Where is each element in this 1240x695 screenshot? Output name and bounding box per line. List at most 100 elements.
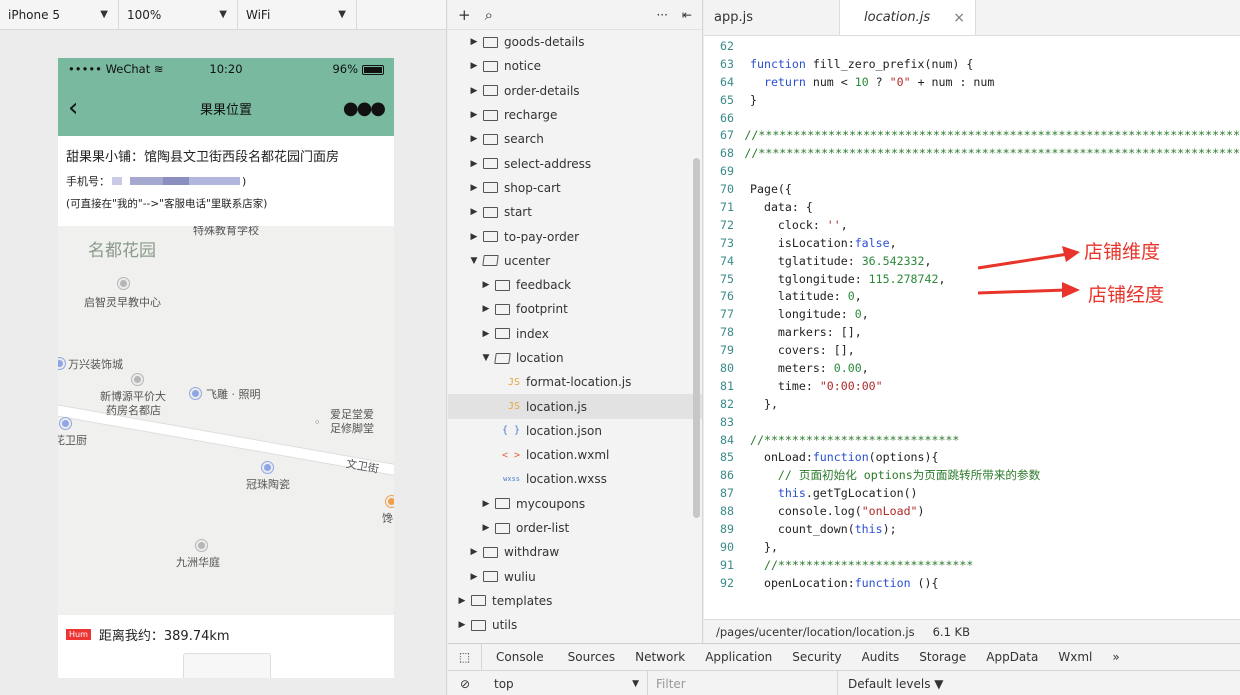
- zoom-select[interactable]: 100% ▼: [119, 0, 238, 30]
- file-tree-scrollbar[interactable]: [693, 158, 700, 518]
- line-number: 70: [720, 182, 734, 197]
- code-line: 68 //************************************…: [704, 144, 1240, 162]
- tree-item[interactable]: ▶ footprint: [448, 297, 702, 321]
- phone-nav-bar: ‹ 果果位置 ●●●: [58, 80, 394, 136]
- tree-item[interactable]: JS location.js: [448, 394, 702, 419]
- tree-item-label: location.json: [526, 423, 602, 438]
- network-select[interactable]: WiFi ▼: [238, 0, 357, 30]
- devtools-tab[interactable]: Audits: [852, 650, 910, 664]
- code-text: openLocation:function (){: [750, 575, 939, 590]
- more-menu-icon[interactable]: ●●●: [343, 98, 386, 119]
- simulator-toolbar: iPhone 5 ▼ 100% ▼ WiFi ▼: [0, 0, 446, 30]
- devtools-tab[interactable]: Wxml: [1048, 650, 1102, 664]
- code-text: console.log("onLoad"): [750, 504, 925, 519]
- devtools-tab[interactable]: Network: [625, 650, 695, 664]
- devtools-tab[interactable]: Console: [482, 650, 558, 664]
- tree-item[interactable]: ▶ mycoupons: [448, 492, 702, 516]
- devtools-tab[interactable]: Storage: [909, 650, 976, 664]
- tree-item[interactable]: { } location.json: [448, 419, 702, 443]
- devtools-tab[interactable]: Application: [695, 650, 782, 664]
- folder-icon: [483, 85, 498, 97]
- filter-input[interactable]: Filter: [648, 671, 838, 695]
- file-path: /pages/ucenter/location/location.js: [716, 624, 915, 639]
- file-size: 6.1 KB: [932, 624, 970, 639]
- tree-item[interactable]: ▶ index: [448, 322, 702, 346]
- clear-console-icon[interactable]: ⊘: [448, 677, 482, 691]
- tree-item[interactable]: ▼ ucenter: [448, 249, 702, 273]
- tree-item[interactable]: ▶ goods-details: [448, 30, 702, 54]
- tree-item[interactable]: JS format-location.js: [448, 370, 702, 394]
- poi-icon: [190, 386, 201, 399]
- line-number: 89: [720, 521, 734, 536]
- code-area[interactable]: 62 63 function fill_zero_prefix(num) {64 r…: [704, 37, 1240, 619]
- close-icon[interactable]: ×: [953, 10, 965, 26]
- devtools-tab[interactable]: Sources: [558, 650, 625, 664]
- code-text: //**************************************…: [744, 128, 1240, 143]
- poi-icon: [196, 538, 207, 551]
- tree-item[interactable]: ▶ start: [448, 200, 702, 224]
- caret-right-icon: ▶: [470, 61, 478, 72]
- levels-select[interactable]: Default levels ▼: [838, 677, 944, 691]
- line-number: 82: [720, 396, 734, 411]
- tree-item[interactable]: ▶ notice: [448, 54, 702, 78]
- tree-item[interactable]: ▶ wuliu: [448, 565, 702, 589]
- code-line: 78 markers: [],: [704, 323, 1240, 341]
- device-select[interactable]: iPhone 5 ▼: [0, 0, 119, 30]
- devtools-tab[interactable]: Security: [782, 650, 851, 664]
- map-label: 花卫厨: [58, 434, 87, 447]
- context-select[interactable]: top ▼: [482, 671, 648, 695]
- line-number: 85: [720, 450, 734, 465]
- code-text: markers: [],: [750, 325, 862, 340]
- line-number: 88: [720, 504, 734, 519]
- tree-item-label: utils: [492, 618, 518, 633]
- tree-item[interactable]: ▶ to-pay-order: [448, 224, 702, 248]
- tree-item[interactable]: ▶ order-details: [448, 79, 702, 103]
- line-number: 79: [720, 343, 734, 358]
- tab-app-js[interactable]: app.js: [704, 0, 840, 35]
- code-line: 66: [704, 109, 1240, 127]
- add-file-icon[interactable]: +: [458, 6, 471, 24]
- line-number: 76: [720, 289, 734, 304]
- devtools-tab[interactable]: »: [1102, 650, 1129, 664]
- code-line: 72 clock: '',: [704, 216, 1240, 234]
- devtools-tab[interactable]: AppData: [976, 650, 1048, 664]
- back-icon[interactable]: ‹: [68, 95, 88, 121]
- tree-item[interactable]: < > location.wxml: [448, 443, 702, 467]
- tree-item[interactable]: ▶ shop-cart: [448, 176, 702, 200]
- tree-item[interactable]: ▶ templates: [448, 589, 702, 613]
- collapse-icon[interactable]: ⇤: [682, 8, 692, 22]
- tree-item[interactable]: ▶ utils: [448, 613, 702, 637]
- caret-right-icon: ▶: [470, 85, 478, 96]
- search-icon[interactable]: ⌕: [485, 6, 493, 24]
- more-icon[interactable]: ···: [656, 8, 667, 22]
- inspect-icon[interactable]: ⬚: [448, 643, 482, 671]
- map-label: 馋: [382, 512, 393, 525]
- tab-location-js[interactable]: location.js ×: [840, 0, 976, 35]
- tree-item-label: ucenter: [504, 253, 551, 268]
- code-line: 62: [704, 37, 1240, 55]
- tree-item[interactable]: ▶ search: [448, 127, 702, 151]
- map-view[interactable]: 特殊教育学校 名都花园 启智灵早教中心 万兴装饰城 新博源平价大 药房名都店 飞…: [58, 226, 394, 626]
- line-number: 90: [720, 539, 734, 554]
- tree-item-label: location.wxss: [526, 472, 607, 487]
- tree-item-label: recharge: [504, 108, 558, 123]
- tree-item[interactable]: ▶ feedback: [448, 273, 702, 297]
- tree-item-label: order-details: [504, 83, 580, 98]
- code-text: Page({: [750, 182, 792, 197]
- annotation-arrow: [977, 246, 1080, 270]
- action-button[interactable]: [183, 653, 271, 678]
- tree-item[interactable]: ▼ location: [448, 346, 702, 370]
- tree-item[interactable]: wxss location.wxss: [448, 467, 702, 491]
- line-number: 74: [720, 253, 734, 268]
- tree-item[interactable]: ▶ select-address: [448, 151, 702, 175]
- caret-right-icon: ▶: [470, 37, 478, 48]
- code-line: 80 meters: 0.00,: [704, 359, 1240, 377]
- code-editor-pane: app.js location.js × 62 63 function fill_z…: [704, 0, 1240, 643]
- tree-item-label: mycoupons: [516, 496, 586, 511]
- tree-item[interactable]: ▶ order-list: [448, 516, 702, 540]
- tree-item[interactable]: ▶ recharge: [448, 103, 702, 127]
- map-label: 足修脚堂: [330, 422, 374, 435]
- folder-icon: [483, 546, 498, 558]
- tree-item[interactable]: ▶ withdraw: [448, 540, 702, 564]
- tree-item-label: to-pay-order: [504, 229, 580, 244]
